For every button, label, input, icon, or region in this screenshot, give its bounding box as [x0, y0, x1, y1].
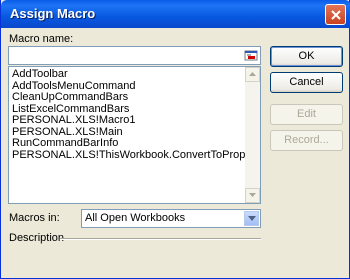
macro-list-item[interactable]: PERSONAL.XLS!Macro1 [12, 114, 255, 127]
record-button[interactable]: Record... [270, 130, 343, 151]
cancel-button[interactable]: Cancel [270, 72, 343, 93]
description-label: Description [9, 232, 65, 244]
assign-macro-dialog: Assign Macro Macro name: AddToolbar AddTo… [0, 0, 350, 279]
macro-list-items: AddToolbar AddToolsMenuCommand CleanUpComm… [12, 68, 255, 162]
close-icon [331, 10, 341, 20]
scroll-up-arrow-icon [249, 72, 256, 76]
macro-list-item[interactable]: AddToolbar [12, 68, 255, 81]
edit-button[interactable]: Edit [270, 104, 343, 125]
chevron-down-icon [248, 216, 256, 221]
title-bar[interactable]: Assign Macro [1, 0, 350, 28]
macro-name-label: Macro name: [9, 33, 74, 45]
ok-button[interactable]: OK [270, 46, 343, 67]
collapse-dialog-button[interactable] [244, 48, 259, 63]
macro-list-scrollbar[interactable] [245, 67, 260, 203]
macros-in-value: All Open Workbooks [85, 212, 186, 224]
macro-list-item[interactable]: PERSONAL.XLS!ThisWorkbook.ConvertToPrope… [12, 149, 255, 162]
macro-list[interactable]: AddToolbar AddToolsMenuCommand CleanUpComm… [8, 66, 261, 204]
description-separator [60, 238, 261, 240]
scroll-down-arrow-icon [249, 193, 256, 197]
macro-list-item[interactable]: CleanUpCommandBars [12, 91, 255, 104]
scroll-up-button[interactable] [245, 67, 260, 82]
macros-in-select[interactable]: All Open Workbooks [81, 209, 261, 228]
macros-in-dropdown-button[interactable] [244, 211, 259, 226]
collapse-dialog-icon [244, 50, 258, 61]
dialog-title: Assign Macro [10, 6, 96, 21]
scroll-down-button[interactable] [245, 188, 260, 203]
macros-in-label: Macros in: [9, 212, 60, 224]
close-button[interactable] [325, 4, 346, 25]
macro-list-item[interactable]: RunCommandBarInfo [12, 137, 255, 150]
macro-name-input[interactable] [8, 46, 261, 65]
